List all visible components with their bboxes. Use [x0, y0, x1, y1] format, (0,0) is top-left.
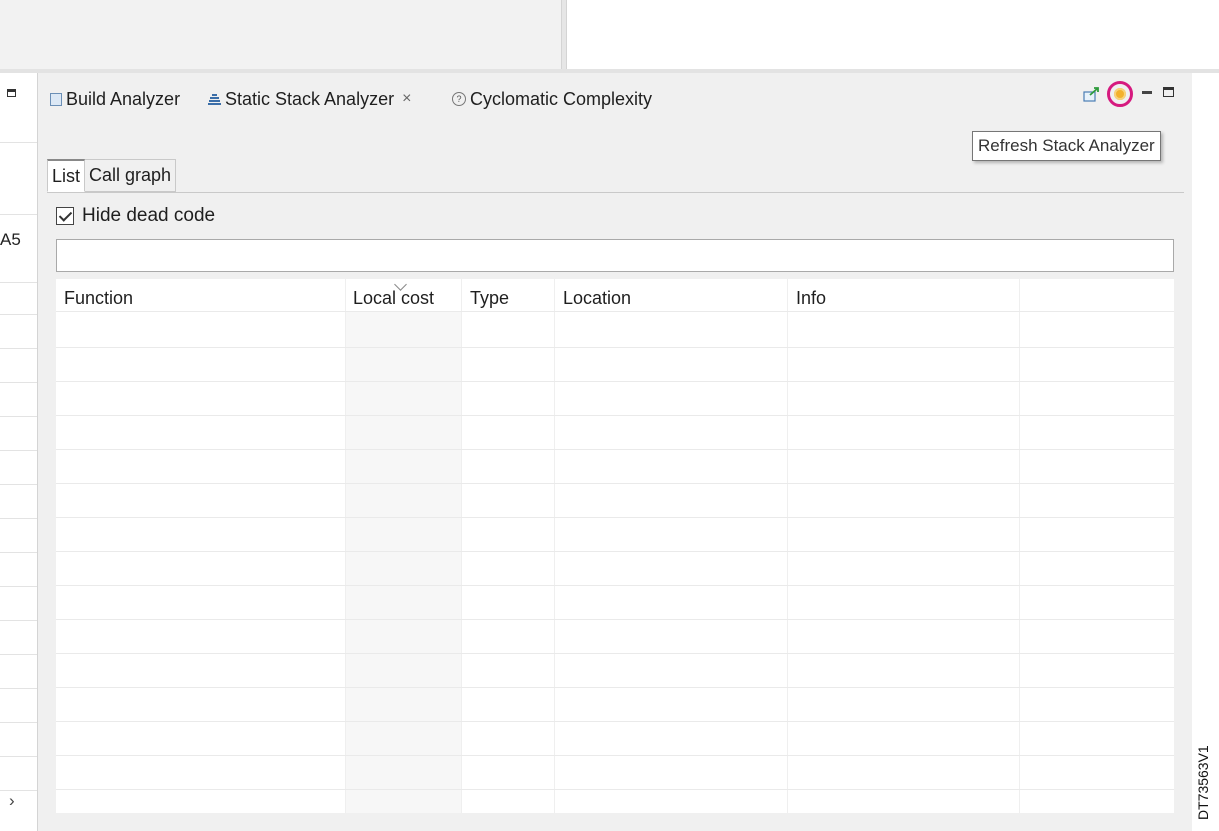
- hide-dead-code-label: Hide dead code: [82, 205, 216, 226]
- table-row: [56, 687, 1174, 688]
- close-icon[interactable]: ×: [402, 90, 411, 108]
- table-row: [56, 517, 1174, 518]
- left-row-line: [0, 450, 37, 451]
- left-row-line: [0, 348, 37, 349]
- column-header-local-cost[interactable]: Local cost: [353, 288, 434, 309]
- table-row: [56, 381, 1174, 382]
- static-stack-analyzer-view: Build Analyzer Static Stack Analyzer × ?…: [38, 73, 1192, 831]
- left-row-line: [0, 314, 37, 315]
- minimize-icon[interactable]: [1142, 91, 1152, 94]
- sorted-column-highlight: [345, 311, 461, 813]
- scroll-right-arrow-icon[interactable]: ›: [9, 791, 15, 811]
- left-row-line: [0, 756, 37, 757]
- column-separator: [554, 279, 555, 813]
- tab-label: Build Analyzer: [66, 88, 181, 109]
- column-header-function[interactable]: Function: [64, 288, 133, 309]
- left-row-line: [0, 484, 37, 485]
- build-analyzer-icon: [50, 92, 62, 106]
- subtab-divider: [47, 192, 1184, 193]
- left-row-line: [0, 620, 37, 621]
- left-row-line: [0, 790, 37, 791]
- stack-icon: [208, 93, 221, 105]
- table-row: [56, 789, 1174, 790]
- document-id: DT73563V1: [1195, 745, 1211, 820]
- table-row: [56, 311, 1174, 312]
- left-row-line: [0, 518, 37, 519]
- left-row-line: [0, 416, 37, 417]
- column-separator: [1019, 279, 1020, 813]
- tab-build-analyzer[interactable]: Build Analyzer: [50, 82, 180, 116]
- refresh-icon: [1114, 88, 1126, 100]
- filter-input[interactable]: [56, 239, 1174, 272]
- maximize-icon[interactable]: [1163, 87, 1174, 97]
- left-row-line: [0, 688, 37, 689]
- column-header-type[interactable]: Type: [470, 288, 509, 309]
- table-row: [56, 347, 1174, 348]
- table-row: [56, 483, 1174, 484]
- tab-cyclomatic-complexity[interactable]: ? Cyclomatic Complexity: [452, 82, 652, 116]
- maximize-icon[interactable]: [7, 89, 16, 97]
- refresh-tooltip: Refresh Stack Analyzer: [972, 131, 1161, 161]
- table-row: [56, 551, 1174, 552]
- tab-label: Static Stack Analyzer: [225, 88, 395, 109]
- table-row: [56, 585, 1174, 586]
- truncated-text: A5: [0, 230, 21, 249]
- hide-dead-code-checkbox[interactable]: [56, 207, 74, 225]
- view-mode-tabs: List Call graph: [47, 159, 177, 192]
- left-row-line: [0, 214, 37, 215]
- column-header-location[interactable]: Location: [563, 288, 631, 309]
- table-row: [56, 619, 1174, 620]
- table-row: [56, 653, 1174, 654]
- column-separator: [787, 279, 788, 813]
- cyclomatic-icon: ?: [452, 92, 466, 106]
- left-editor-pane: A5 ›: [0, 73, 38, 831]
- table-row: [56, 449, 1174, 450]
- left-row-line: [0, 722, 37, 723]
- tab-static-stack-analyzer[interactable]: Static Stack Analyzer ×: [208, 82, 411, 116]
- refresh-button[interactable]: [1107, 81, 1133, 107]
- hide-dead-code-option[interactable]: Hide dead code: [56, 205, 215, 227]
- tab-label: Cyclomatic Complexity: [470, 88, 653, 109]
- table-row: [56, 721, 1174, 722]
- column-separator: [345, 279, 346, 813]
- tab-list[interactable]: List: [47, 159, 86, 192]
- export-icon[interactable]: [1083, 86, 1103, 102]
- left-row-line: [0, 654, 37, 655]
- stack-table: Function Local cost Type Location Info: [56, 279, 1174, 813]
- column-separator: [461, 279, 462, 813]
- left-row-line: [0, 586, 37, 587]
- top-left-pane: [0, 0, 561, 69]
- table-row: [56, 415, 1174, 416]
- top-right-pane: [567, 0, 1219, 69]
- column-header-info[interactable]: Info: [796, 288, 826, 309]
- table-row: [56, 755, 1174, 756]
- tab-call-graph[interactable]: Call graph: [85, 159, 177, 192]
- left-row-line: [0, 382, 37, 383]
- left-row-line: [0, 282, 37, 283]
- left-row-line: [0, 552, 37, 553]
- left-row-line: [0, 142, 37, 143]
